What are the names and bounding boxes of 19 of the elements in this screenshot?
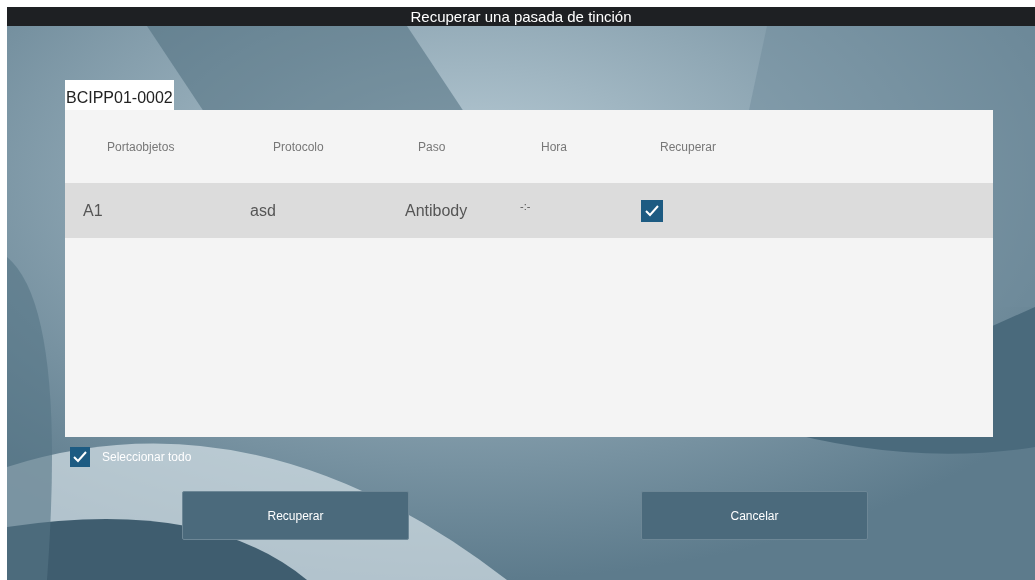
checkbox[interactable] xyxy=(70,447,90,467)
window-title: Recuperar una pasada de tinción xyxy=(410,9,632,24)
cancel-button[interactable]: Cancelar xyxy=(641,491,868,540)
tab[interactable]: BCIPP01-0002 xyxy=(65,80,174,110)
recover-button[interactable]: Recuperar xyxy=(182,491,409,540)
table-cell-text: A1 xyxy=(83,200,103,221)
table-cell-text: -:- xyxy=(520,199,531,215)
select-all-label: Seleccionar todo xyxy=(102,449,192,466)
table-cell-text: Antibody xyxy=(405,200,468,221)
checkbox[interactable] xyxy=(641,199,663,222)
column-header: Hora xyxy=(541,138,567,156)
table-row[interactable]: A1 asd Antibody -:- xyxy=(65,183,993,238)
check-icon xyxy=(645,204,659,217)
column-header: Portaobjetos xyxy=(107,138,175,156)
check-icon xyxy=(73,451,87,463)
column-header: Recuperar xyxy=(660,138,717,156)
table-cell-text: asd xyxy=(250,200,276,221)
column-header: Paso xyxy=(418,138,446,156)
column-header: Protocolo xyxy=(273,138,324,156)
